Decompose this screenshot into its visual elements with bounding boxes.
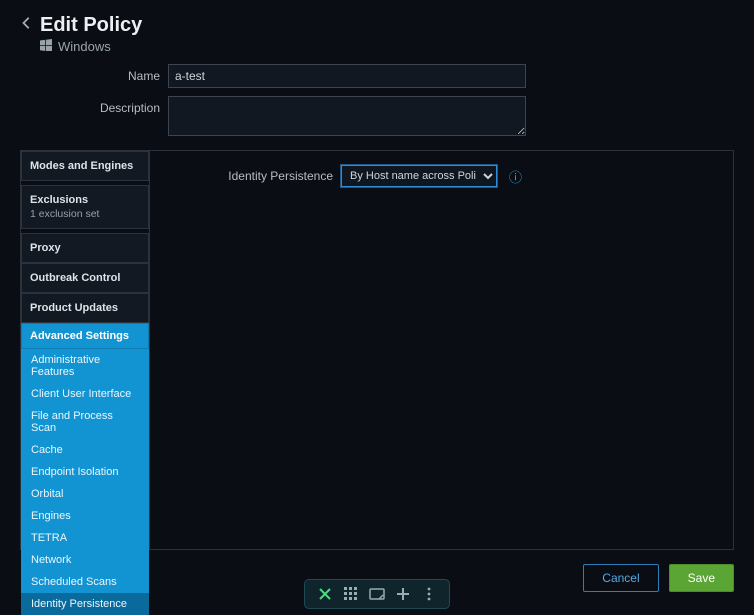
- windows-icon: [40, 39, 52, 54]
- adv-item-client-ui[interactable]: Client User Interface: [21, 383, 149, 405]
- adv-item-endpoint-isolation[interactable]: Endpoint Isolation: [21, 461, 149, 483]
- content-pane: Identity Persistence By Host name across…: [149, 151, 733, 549]
- adv-item-cache[interactable]: Cache: [21, 439, 149, 461]
- sidebar-block-exclusions[interactable]: Exclusions 1 exclusion set: [21, 185, 149, 229]
- name-input[interactable]: [168, 64, 526, 88]
- adv-item-network[interactable]: Network: [21, 549, 149, 571]
- dock-toolbar: [304, 579, 450, 609]
- adv-item-orbital[interactable]: Orbital: [21, 483, 149, 505]
- description-textarea[interactable]: [168, 96, 526, 136]
- sidebar-block-title: Modes and Engines: [30, 160, 140, 172]
- adv-item-engines[interactable]: Engines: [21, 505, 149, 527]
- description-label: Description: [20, 96, 160, 115]
- page-title: Edit Policy: [40, 14, 142, 37]
- identity-persistence-label: Identity Persistence: [168, 169, 333, 183]
- close-icon[interactable]: [317, 586, 333, 602]
- sidebar-block-updates[interactable]: Product Updates: [21, 293, 149, 323]
- name-label: Name: [20, 64, 160, 83]
- platform-label: Windows: [58, 39, 111, 54]
- sidebar-advanced-header[interactable]: Advanced Settings: [21, 323, 149, 349]
- plus-icon[interactable]: [395, 586, 411, 602]
- save-button[interactable]: Save: [669, 564, 734, 592]
- cancel-button[interactable]: Cancel: [583, 564, 658, 592]
- more-icon[interactable]: [421, 586, 437, 602]
- sidebar-block-title: Product Updates: [30, 302, 140, 314]
- adv-item-tetra[interactable]: TETRA: [21, 527, 149, 549]
- info-icon[interactable]: ⓘ: [509, 167, 522, 186]
- adv-item-identity-persistence[interactable]: Identity Persistence: [21, 593, 149, 615]
- grid-icon[interactable]: [343, 586, 359, 602]
- identity-persistence-select[interactable]: By Host name across Policy: [341, 165, 497, 187]
- sidebar-advanced-list: Administrative Features Client User Inte…: [21, 349, 149, 615]
- sidebar-block-proxy[interactable]: Proxy: [21, 233, 149, 263]
- screenshot-icon[interactable]: [369, 586, 385, 602]
- sidebar-block-title: Outbreak Control: [30, 272, 140, 284]
- sidebar: Modes and Engines Exclusions 1 exclusion…: [21, 151, 149, 549]
- sidebar-block-sub: 1 exclusion set: [30, 208, 140, 220]
- adv-item-scheduled-scans[interactable]: Scheduled Scans: [21, 571, 149, 593]
- sidebar-block-title: Exclusions: [30, 194, 140, 206]
- sidebar-block-modes[interactable]: Modes and Engines: [21, 151, 149, 181]
- sidebar-block-outbreak[interactable]: Outbreak Control: [21, 263, 149, 293]
- back-icon[interactable]: [20, 16, 34, 35]
- adv-item-file-scan[interactable]: File and Process Scan: [21, 405, 149, 439]
- adv-item-admin[interactable]: Administrative Features: [21, 349, 149, 383]
- sidebar-block-title: Proxy: [30, 242, 140, 254]
